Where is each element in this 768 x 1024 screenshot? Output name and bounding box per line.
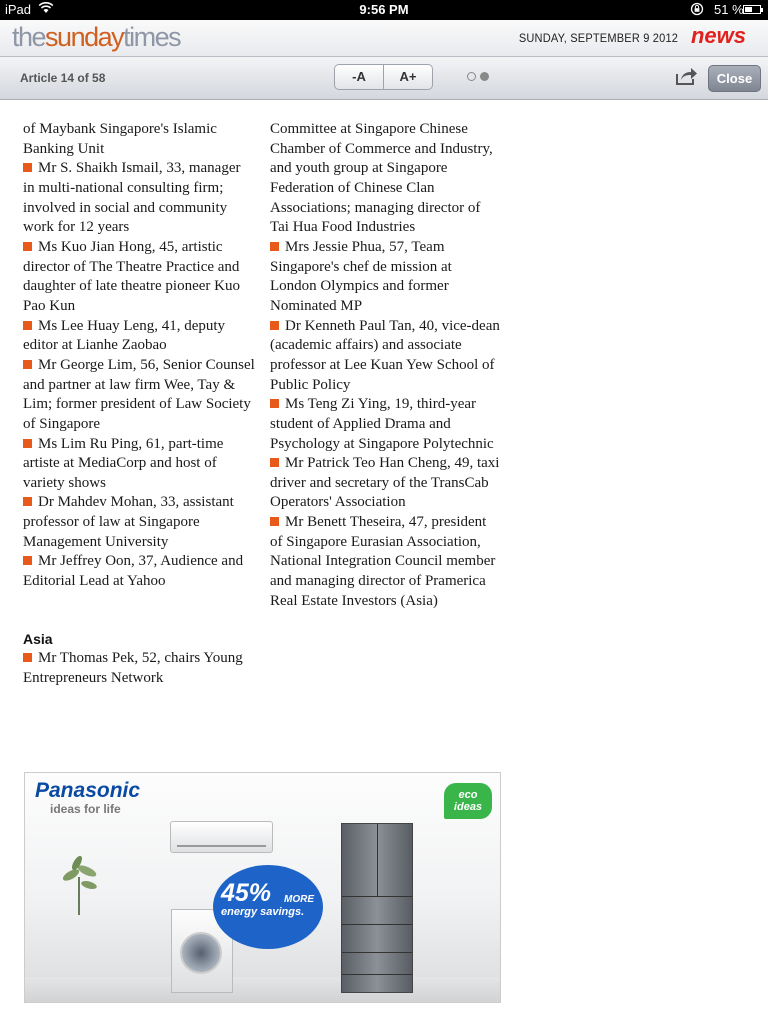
list-item-text: Mrs Jessie Phua, 57, Team Singapore's ch…: [270, 238, 452, 314]
list-item: Mr S. Shaikh Ismail, 33, manager in mult…: [23, 159, 255, 238]
list-item-text: Mr Jeffrey Oon, 37, Audience and Editori…: [23, 553, 244, 590]
bullet-icon: [270, 320, 279, 330]
font-decrease-button[interactable]: -A: [335, 65, 384, 89]
air-conditioner-image: [170, 821, 273, 853]
bullet-icon: [23, 653, 32, 663]
list-item: Mr Benett Theseira, 47, president of Sin…: [270, 513, 502, 611]
panasonic-advertisement[interactable]: Panasonic ideas for life eco ideas 45% M…: [24, 772, 501, 1003]
logo-sunday: sunday: [45, 22, 125, 52]
list-item: Ms Lim Ru Ping, 61, part-time artiste at…: [23, 435, 255, 494]
refrigerator-image: [341, 823, 413, 993]
section-name: news: [690, 23, 746, 48]
battery-percentage: 51 %: [714, 2, 744, 17]
list-item-text: Mr George Lim, 56, Senior Counsel and pa…: [23, 356, 255, 432]
list-item-text: Ms Lim Ru Ping, 61, part-time artiste at…: [23, 435, 224, 491]
issue-date: SUNDAY, SEPTEMBER 9 2012: [518, 31, 678, 45]
list-item-text: Mr Benett Theseira, 47, president of Sin…: [270, 514, 496, 609]
eco-ideas-badge: eco ideas: [444, 783, 492, 819]
bullet-icon: [270, 241, 279, 251]
savings-bubble: 45% MORE energy savings.: [213, 865, 323, 949]
eco-label: eco: [458, 789, 478, 801]
masthead: thesundaytimes SUNDAY, SEPTEMBER 9 2012 …: [0, 20, 768, 57]
list-item: Mr George Lim, 56, Senior Counsel and pa…: [23, 356, 255, 435]
list-item-text: Dr Mahdev Mohan, 33, assistant professor…: [23, 494, 234, 550]
article-paragraph: of Maybank Singapore's Islamic Banking U…: [23, 121, 217, 157]
name-list-asia: Mr Thomas Pek, 52, chairs Young Entrepre…: [23, 649, 255, 688]
page-dot[interactable]: [467, 72, 476, 81]
list-item: Dr Kenneth Paul Tan, 40, vice-dean (acad…: [270, 317, 502, 396]
name-list: Mr S. Shaikh Ismail, 33, manager in mult…: [23, 159, 255, 591]
bullet-icon: [23, 320, 32, 330]
washer-door: [180, 932, 222, 974]
bullet-icon: [23, 497, 32, 507]
ad-tagline: ideas for life: [50, 802, 121, 816]
logo-times: times: [123, 22, 182, 52]
article-counter: Article 14 of 58: [20, 71, 106, 85]
page-dot[interactable]: [480, 72, 489, 81]
bullet-icon: [23, 359, 32, 369]
list-item-text: Mr Patrick Teo Han Cheng, 49, taxi drive…: [270, 455, 500, 511]
font-size-control: -A A+: [334, 64, 433, 90]
battery-icon: [743, 5, 763, 14]
list-item: Dr Mahdev Mohan, 33, assistant professor…: [23, 493, 255, 552]
bullet-icon: [270, 517, 279, 527]
list-item: Ms Kuo Jian Hong, 45, artistic director …: [23, 238, 255, 317]
font-increase-button[interactable]: A+: [384, 65, 432, 89]
section-subhead: Asia: [23, 630, 53, 647]
list-item-text: Ms Teng Zi Ying, 19, third-year student …: [270, 396, 494, 452]
bullet-icon: [23, 163, 32, 173]
bullet-icon: [23, 556, 32, 566]
page-indicator[interactable]: [467, 72, 493, 90]
list-item: Mr Patrick Teo Han Cheng, 49, taxi drive…: [270, 454, 502, 513]
article-column-left: of Maybank Singapore's Islamic Banking U…: [23, 120, 255, 689]
savings-percentage: 45%: [221, 879, 272, 907]
bullet-icon: [23, 438, 32, 448]
ad-brand: Panasonic: [35, 779, 141, 802]
bullet-icon: [270, 458, 279, 468]
bullet-icon: [270, 399, 279, 409]
savings-text: energy savings.: [221, 906, 305, 918]
newspaper-logo: thesundaytimes: [12, 22, 182, 53]
clock: 9:56 PM: [359, 2, 409, 17]
article-toolbar: Article 14 of 58 -A A+ Close: [0, 57, 768, 100]
article-paragraph: Committee at Singapore Chinese Chamber o…: [270, 121, 493, 236]
list-item-text: Mr Thomas Pek, 52, chairs Young Entrepre…: [23, 650, 243, 687]
status-bar: iPad 9:56 PM 51 %: [0, 0, 768, 20]
list-item-text: Dr Kenneth Paul Tan, 40, vice-dean (acad…: [270, 317, 500, 393]
share-icon[interactable]: [674, 66, 698, 86]
list-item: Ms Lee Huay Leng, 41, deputy editor at L…: [23, 317, 255, 356]
list-item: Ms Teng Zi Ying, 19, third-year student …: [270, 395, 502, 454]
close-button[interactable]: Close: [708, 65, 761, 92]
ad-floor: [25, 977, 500, 1002]
list-item-text: Ms Kuo Jian Hong, 45, artistic director …: [23, 238, 240, 314]
name-list: Mrs Jessie Phua, 57, Team Singapore's ch…: [270, 238, 502, 611]
bullet-icon: [23, 241, 32, 251]
logo-the: the: [12, 22, 47, 52]
list-item-text: Mr S. Shaikh Ismail, 33, manager in mult…: [23, 160, 241, 236]
list-item: Mr Thomas Pek, 52, chairs Young Entrepre…: [23, 649, 255, 688]
article-column-right: Committee at Singapore Chinese Chamber o…: [270, 120, 502, 611]
plant-image: [59, 855, 99, 915]
list-item: Mr Jeffrey Oon, 37, Audience and Editori…: [23, 552, 255, 591]
savings-more: MORE: [284, 894, 314, 905]
list-item: Mrs Jessie Phua, 57, Team Singapore's ch…: [270, 238, 502, 317]
rotation-lock-icon: [690, 2, 704, 19]
list-item-text: Ms Lee Huay Leng, 41, deputy editor at L…: [23, 317, 226, 354]
ideas-label: ideas: [453, 801, 483, 813]
